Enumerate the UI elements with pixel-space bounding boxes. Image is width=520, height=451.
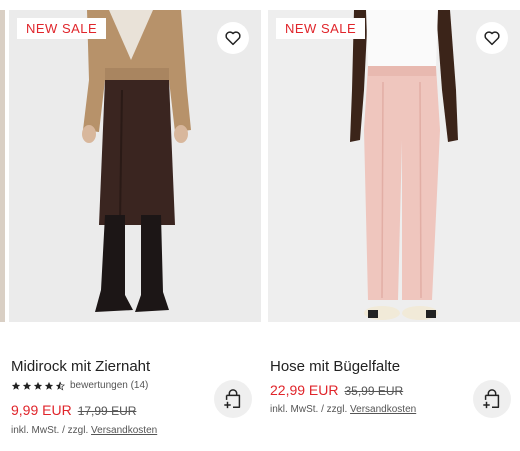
wishlist-button[interactable] bbox=[217, 22, 249, 54]
sale-badge: NEW SALE bbox=[17, 18, 107, 39]
rating-stars bbox=[11, 381, 65, 391]
product-rating[interactable]: bewertungen (14) bbox=[11, 380, 148, 391]
star-icon bbox=[33, 381, 43, 390]
rating-count: bewertungen (14) bbox=[70, 380, 149, 391]
star-icon bbox=[44, 381, 54, 390]
sale-badge: NEW SALE bbox=[276, 18, 366, 39]
add-to-cart-icon bbox=[483, 389, 500, 409]
add-to-cart-button[interactable] bbox=[214, 380, 252, 418]
add-to-cart-button[interactable] bbox=[473, 380, 511, 418]
price-row: 22,99 EUR 35,99 EUR bbox=[270, 382, 403, 398]
heart-icon bbox=[225, 31, 241, 46]
wishlist-button[interactable] bbox=[476, 22, 508, 54]
product-title[interactable]: Midirock mit Ziernaht bbox=[11, 358, 150, 375]
tax-info: inkl. MwSt. / zzgl. Versandkosten bbox=[270, 404, 416, 415]
product-photo-trousers bbox=[268, 10, 520, 322]
half-star-icon bbox=[55, 381, 65, 390]
star-icon bbox=[11, 381, 21, 390]
star-icon bbox=[22, 381, 32, 390]
shipping-costs-link[interactable]: Versandkosten bbox=[350, 404, 416, 415]
product-photo-skirt bbox=[9, 10, 261, 322]
product-image[interactable]: NEW SALE bbox=[9, 10, 261, 322]
add-to-cart-icon bbox=[224, 389, 241, 409]
product-title[interactable]: Hose mit Bügelfalte bbox=[270, 358, 400, 375]
product-image[interactable]: NEW SALE bbox=[268, 10, 520, 322]
original-price: 35,99 EUR bbox=[344, 384, 404, 398]
heart-icon bbox=[484, 31, 500, 46]
sale-price: 9,99 EUR bbox=[11, 402, 72, 418]
tax-text: inkl. MwSt. / zzgl. bbox=[270, 404, 348, 415]
tax-text: inkl. MwSt. / zzgl. bbox=[11, 425, 89, 436]
previous-product-image-edge bbox=[0, 10, 5, 322]
shipping-costs-link[interactable]: Versandkosten bbox=[91, 425, 157, 436]
original-price: 17,99 EUR bbox=[77, 404, 137, 418]
tax-info: inkl. MwSt. / zzgl. Versandkosten bbox=[11, 425, 157, 436]
sale-price: 22,99 EUR bbox=[270, 382, 339, 398]
price-row: 9,99 EUR 17,99 EUR bbox=[11, 402, 136, 418]
